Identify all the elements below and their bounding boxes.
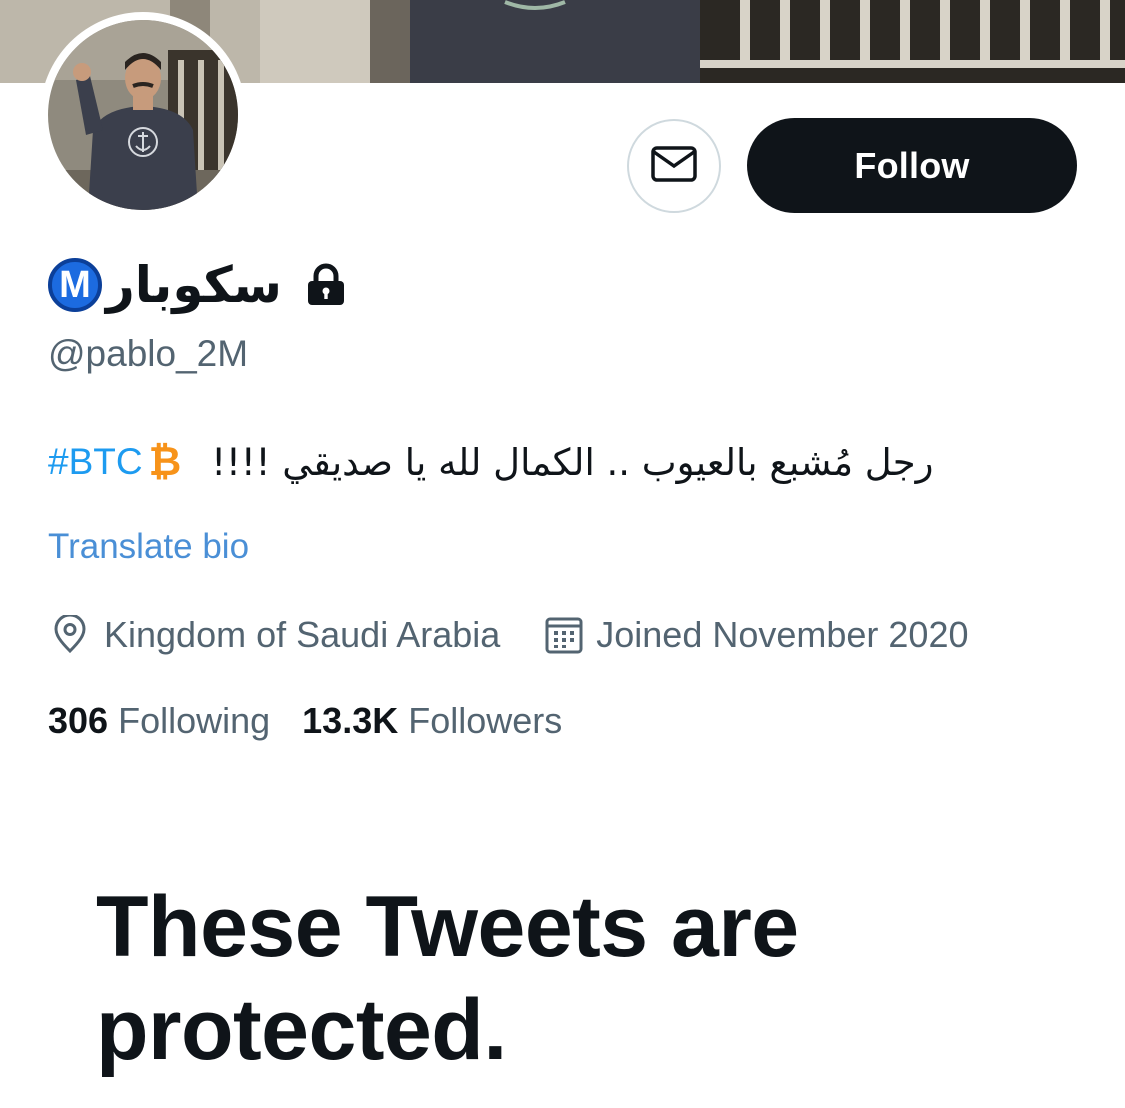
envelope-icon [651,145,697,187]
following-link[interactable]: 306 Following [48,700,270,742]
btc-hashtag-link[interactable]: #BTC [48,441,143,483]
protected-tweets-title: These Tweets are protected. [96,879,799,1078]
translate-bio-link[interactable]: Translate bio [48,527,249,567]
followers-link[interactable]: 13.3K Followers [302,700,562,742]
profile-bio: #BTC ₿ رجل مُشبع بالعيوب .. الكمال لله ي… [48,432,1048,492]
location-text: Kingdom of Saudi Arabia [104,614,501,655]
lock-icon [304,263,348,307]
profile-stats: 306 Following 13.3K Followers [48,696,562,746]
calendar-icon [544,615,584,655]
profile-handle: @pablo_2M [48,333,249,374]
bitcoin-icon: ₿ [148,439,182,485]
following-label: Following [118,700,271,741]
profile-meta: Kingdom of Saudi Arabia Joined November … [50,610,969,660]
follow-button[interactable]: Follow [747,118,1077,213]
followers-label: Followers [408,700,563,741]
profile-avatar[interactable] [40,12,246,218]
followers-count: 13.3K [302,700,399,741]
verified-m-badge-icon: M [48,258,102,312]
profile-name-row: M سكوبار [48,245,348,325]
message-button[interactable] [627,119,721,213]
joined-date: Joined November 2020 [596,614,969,655]
location-pin-icon [50,615,90,655]
display-name: سكوبار [106,256,282,314]
following-count: 306 [48,700,109,741]
bio-text: رجل مُشبع بالعيوب .. الكمال لله يا صديقي… [211,440,934,484]
